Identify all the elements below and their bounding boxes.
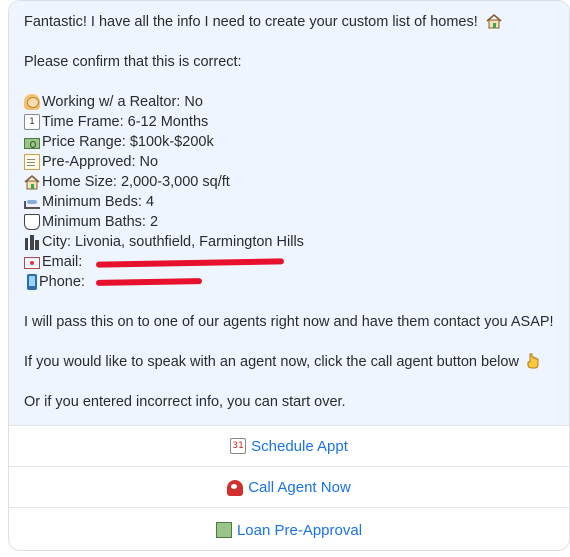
telephone-icon bbox=[227, 480, 244, 496]
speak-line: If you would like to speak with an agent… bbox=[24, 352, 557, 372]
loan-pre-approval-label: Loan Pre-Approval bbox=[236, 521, 363, 539]
phone-icon bbox=[27, 274, 37, 290]
house-icon bbox=[486, 13, 502, 29]
calendar-icon: 1 bbox=[24, 114, 40, 130]
detail-city: City: Livonia, southfield, Farmington Hi… bbox=[24, 232, 557, 252]
money-icon bbox=[24, 137, 40, 149]
confirm-prompt: Please confirm that this is correct: bbox=[24, 54, 242, 70]
schedule-appt-label: Schedule Appt bbox=[251, 437, 348, 455]
detail-home-size: Home Size: 2,000-3,000 sq/ft bbox=[24, 172, 557, 192]
calendar-icon: 31 bbox=[230, 438, 247, 454]
intro-line: Fantastic! I have all the info I need to… bbox=[24, 12, 557, 32]
loan-pre-approval-button[interactable]: Loan Pre-Approval bbox=[9, 507, 569, 550]
money-icon bbox=[215, 522, 232, 538]
details-list: Working w/ a Realtor: No 1 Time Frame: 6… bbox=[24, 92, 557, 292]
bot-message-bubble: Fantastic! I have all the info I need to… bbox=[9, 1, 569, 425]
memo-icon bbox=[24, 154, 40, 170]
detail-phone: Phone: bbox=[24, 272, 557, 292]
email-redaction-mark bbox=[95, 258, 285, 268]
bed-icon bbox=[24, 200, 40, 209]
chat-card: Fantastic! I have all the info I need to… bbox=[8, 0, 570, 551]
detail-min-baths: Minimum Baths: 2 bbox=[24, 212, 557, 232]
email-icon bbox=[24, 257, 40, 269]
speak-text: If you would like to speak with an agent… bbox=[24, 354, 519, 370]
restart-text: Or if you entered incorrect info, you ca… bbox=[24, 394, 346, 410]
pointing-down-icon bbox=[527, 353, 539, 369]
pass-on-text: I will pass this on to one of our agents… bbox=[24, 314, 554, 330]
detail-time-frame: 1 Time Frame: 6-12 Months bbox=[24, 112, 557, 132]
toilet-icon bbox=[24, 214, 40, 230]
phone-redaction-mark bbox=[95, 278, 203, 286]
detail-realtor: Working w/ a Realtor: No bbox=[24, 92, 557, 112]
schedule-appt-button[interactable]: 31 Schedule Appt bbox=[9, 425, 569, 466]
detail-price-range: Price Range: $100k-$200k bbox=[24, 132, 557, 152]
person-icon bbox=[24, 94, 40, 110]
detail-email: Email: bbox=[24, 252, 557, 272]
detail-pre-approved: Pre-Approved: No bbox=[24, 152, 557, 172]
house-icon bbox=[24, 174, 40, 190]
call-agent-label: Call Agent Now bbox=[248, 478, 351, 496]
intro-text: Fantastic! I have all the info I need to… bbox=[24, 14, 478, 30]
call-agent-button[interactable]: Call Agent Now bbox=[9, 466, 569, 507]
city-icon bbox=[24, 234, 40, 250]
detail-min-beds: Minimum Beds: 4 bbox=[24, 192, 557, 212]
